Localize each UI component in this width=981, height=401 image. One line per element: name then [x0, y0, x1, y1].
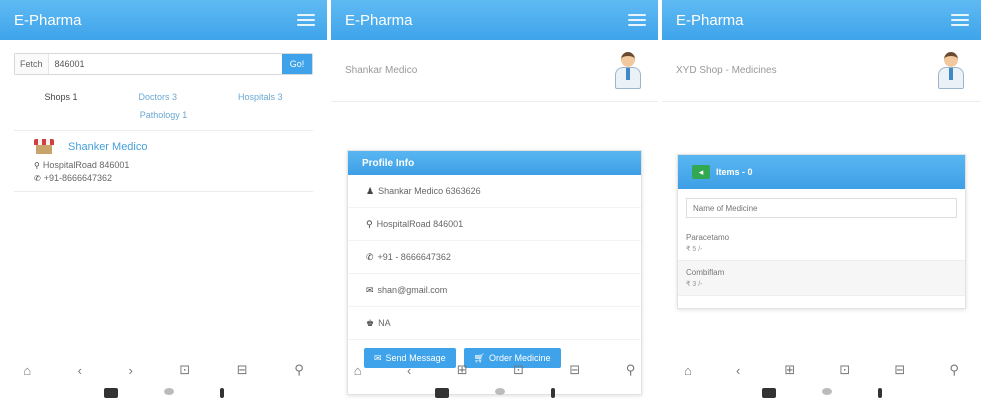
store-icon [34, 139, 54, 154]
shop-address: HospitalRoad 846001 [42, 160, 130, 170]
browser-nav-bar: ⌂ ‹ ⊞ ⊡ ⊟ ⚲ [662, 355, 981, 385]
account-icon[interactable]: ⚲ [294, 362, 304, 378]
browser-nav-bar: ⌂ ‹ › ⊡ ⊟ ⚲ [0, 355, 327, 385]
shop-phone: +91-8666647362 [43, 173, 113, 183]
account-icon[interactable]: ⚲ [949, 362, 959, 378]
user-icon: ♟ [366, 185, 375, 196]
app-bar: E-Pharma [331, 0, 658, 40]
phone-icon: ✆ [34, 174, 41, 183]
location-icon: ⚲ [34, 161, 40, 170]
window-icon[interactable]: ⊟ [894, 362, 905, 378]
tab-shops[interactable]: Shops 1 [44, 92, 77, 102]
info-row-email: ✉ shan@gmail.com [348, 274, 641, 307]
medicine-search [686, 198, 957, 218]
phone-icon: ✆ [366, 251, 374, 262]
search-prefix: Fetch [15, 54, 49, 74]
search-bar: Fetch Go! [14, 53, 313, 75]
back-icon[interactable]: ‹ [78, 363, 82, 378]
app-bar: E-Pharma [662, 0, 981, 40]
app-title: E-Pharma [345, 11, 413, 29]
shop-title: XYD Shop - Medicines [676, 65, 777, 76]
mail-icon: ✉ [366, 284, 374, 295]
tab-hospitals[interactable]: Hospitals 3 [238, 92, 283, 102]
info-row-address: ⚲ HospitalRoad 846001 [348, 208, 641, 241]
go-button[interactable]: Go! [282, 54, 312, 74]
medicine-name: Paracetamo [686, 233, 730, 242]
profile-screen: E-Pharma Shankar Medico Profile Info ♟ Sh… [331, 0, 658, 401]
tab-doctors[interactable]: Doctors 3 [138, 92, 177, 102]
info-row-qualification: ♚ NA [348, 307, 641, 340]
medicine-search-input[interactable] [687, 203, 956, 213]
browser-nav-bar: ⌂ ‹ ⊞ ⊡ ⊟ ⚲ [331, 355, 658, 385]
reader-icon[interactable]: ⊞ [784, 362, 795, 378]
gesture-bar [331, 388, 658, 401]
search-results-screen: E-Pharma Fetch Go! Shops 1 Doctors 3 Hos… [0, 0, 327, 401]
gesture-bar [0, 388, 327, 401]
info-row-phone: ✆ +91 - 8666647362 [348, 241, 641, 274]
tab-pathology[interactable]: Pathology 1 [140, 110, 188, 120]
home-icon[interactable]: ⌂ [23, 363, 31, 378]
tabs-icon[interactable]: ⊡ [179, 362, 190, 378]
shop-header: XYD Shop - Medicines [662, 40, 981, 102]
pincode-input[interactable] [48, 54, 282, 74]
card-title: Profile Info [348, 151, 641, 175]
info-text: Shankar Medico 6363626 [378, 186, 481, 196]
medicine-price: ₹ 5 /- [686, 246, 703, 253]
shop-list-item[interactable]: Shanker Medico ⚲ HospitalRoad 846001 ✆ +91… [14, 131, 313, 192]
hat-icon: ♚ [366, 317, 375, 328]
shop-name[interactable]: Shanker Medico [68, 141, 148, 153]
doctor-avatar-icon [612, 51, 644, 90]
back-arrow-icon[interactable]: ◂ [692, 165, 710, 179]
menu-icon[interactable] [951, 14, 969, 26]
home-icon[interactable]: ⌂ [684, 363, 692, 378]
tabs-icon[interactable]: ⊡ [513, 362, 524, 378]
back-icon[interactable]: ‹ [736, 363, 740, 378]
profile-header: Shankar Medico [331, 40, 658, 102]
medicine-price: ₹ 3 /- [686, 281, 703, 288]
window-icon[interactable]: ⊟ [569, 362, 580, 378]
forward-icon[interactable]: › [128, 363, 132, 378]
info-text: NA [378, 318, 391, 328]
app-title: E-Pharma [676, 11, 744, 29]
reader-icon[interactable]: ⊞ [457, 362, 468, 378]
menu-icon[interactable] [628, 14, 646, 26]
category-tabs: Shops 1 Doctors 3 Hospitals 3 [14, 92, 313, 102]
items-header: ◂ Items - 0 [678, 155, 965, 189]
gesture-bar [662, 388, 981, 401]
doctor-avatar-icon [935, 51, 967, 90]
window-icon[interactable]: ⊟ [237, 362, 248, 378]
location-icon: ⚲ [366, 218, 373, 229]
menu-icon[interactable] [297, 14, 315, 26]
app-title: E-Pharma [14, 11, 82, 29]
home-icon[interactable]: ⌂ [354, 363, 362, 378]
info-text: shan@gmail.com [377, 285, 448, 295]
items-count: Items - 0 [716, 167, 753, 177]
info-text: HospitalRoad 846001 [376, 219, 464, 229]
medicine-item[interactable]: Combiflam ₹ 3 /- [678, 261, 965, 296]
medicines-screen: E-Pharma XYD Shop - Medicines ◂ Items - … [662, 0, 981, 401]
items-card: ◂ Items - 0 Paracetamo ₹ 5 /- Combiflam … [677, 154, 966, 309]
tabs-icon[interactable]: ⊡ [839, 362, 850, 378]
back-icon[interactable]: ‹ [407, 363, 411, 378]
account-icon[interactable]: ⚲ [626, 362, 636, 378]
profile-name: Shankar Medico [345, 65, 418, 76]
app-bar: E-Pharma [0, 0, 327, 40]
medicine-item[interactable]: Paracetamo ₹ 5 /- [678, 226, 965, 261]
info-row-name: ♟ Shankar Medico 6363626 [348, 175, 641, 208]
info-text: +91 - 8666647362 [377, 252, 451, 262]
medicine-name: Combiflam [686, 268, 725, 277]
